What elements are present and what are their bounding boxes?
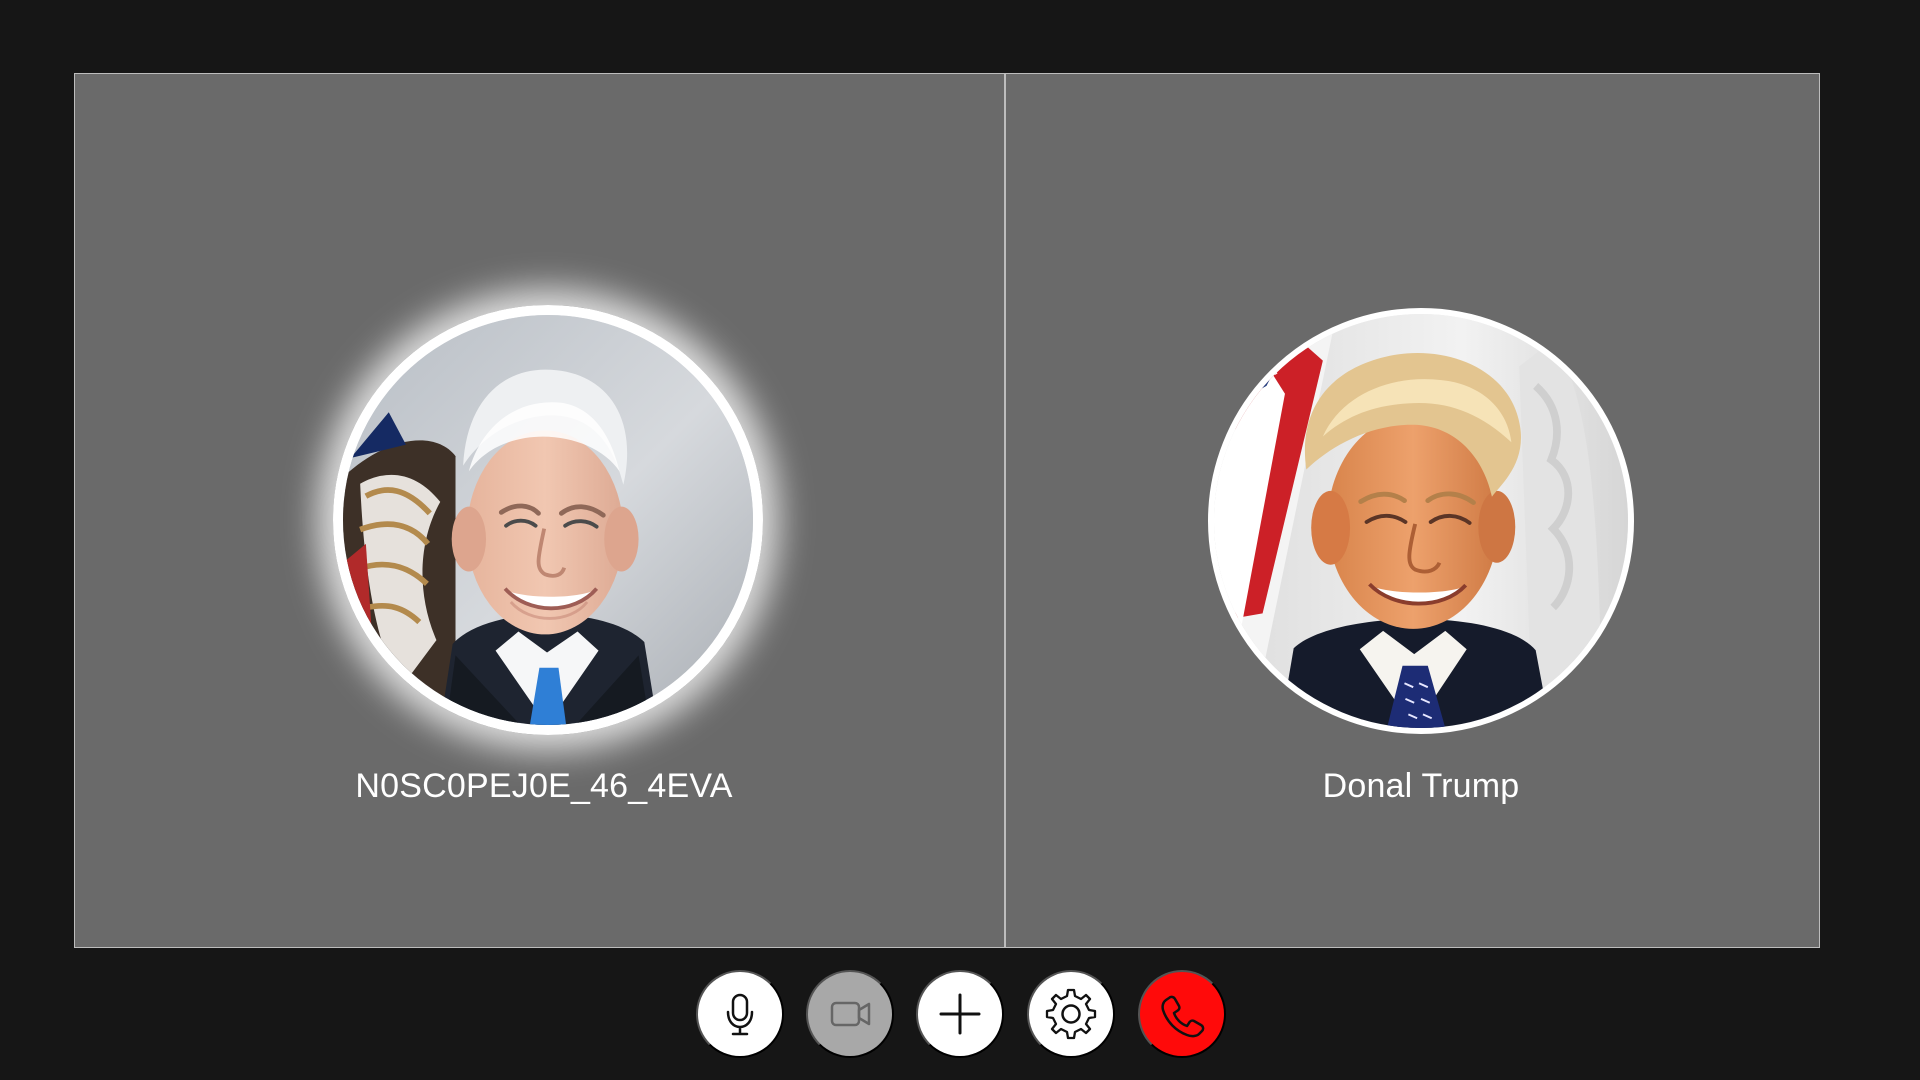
phone-icon	[1161, 995, 1205, 1038]
right-portrait-illustration	[1214, 314, 1628, 728]
end-call-button[interactable]	[1138, 970, 1226, 1058]
settings-button[interactable]	[1027, 970, 1115, 1058]
participant-name-right: Donal Trump	[1322, 767, 1520, 805]
add-participant-button[interactable]	[916, 970, 1004, 1058]
video-camera-icon	[830, 1001, 871, 1027]
participant-avatar-left	[333, 305, 763, 735]
video-call-screen: N0SC0PEJ0E_46_4EVA Donal Trump	[0, 0, 1920, 1080]
call-controls-bar	[0, 970, 1920, 1058]
gear-icon	[1045, 988, 1097, 1040]
participant-name-left: N0SC0PEJ0E_46_4EVA	[355, 767, 733, 805]
participant-tile-left[interactable]: N0SC0PEJ0E_46_4EVA	[74, 73, 1005, 948]
participant-avatar-right	[1208, 308, 1634, 734]
left-portrait-illustration	[343, 315, 753, 725]
microphone-icon	[726, 993, 754, 1036]
participant-tile-right[interactable]: Donal Trump	[1005, 73, 1820, 948]
plus-icon	[939, 993, 981, 1035]
microphone-button[interactable]	[696, 970, 784, 1058]
video-camera-button[interactable]	[806, 970, 894, 1058]
